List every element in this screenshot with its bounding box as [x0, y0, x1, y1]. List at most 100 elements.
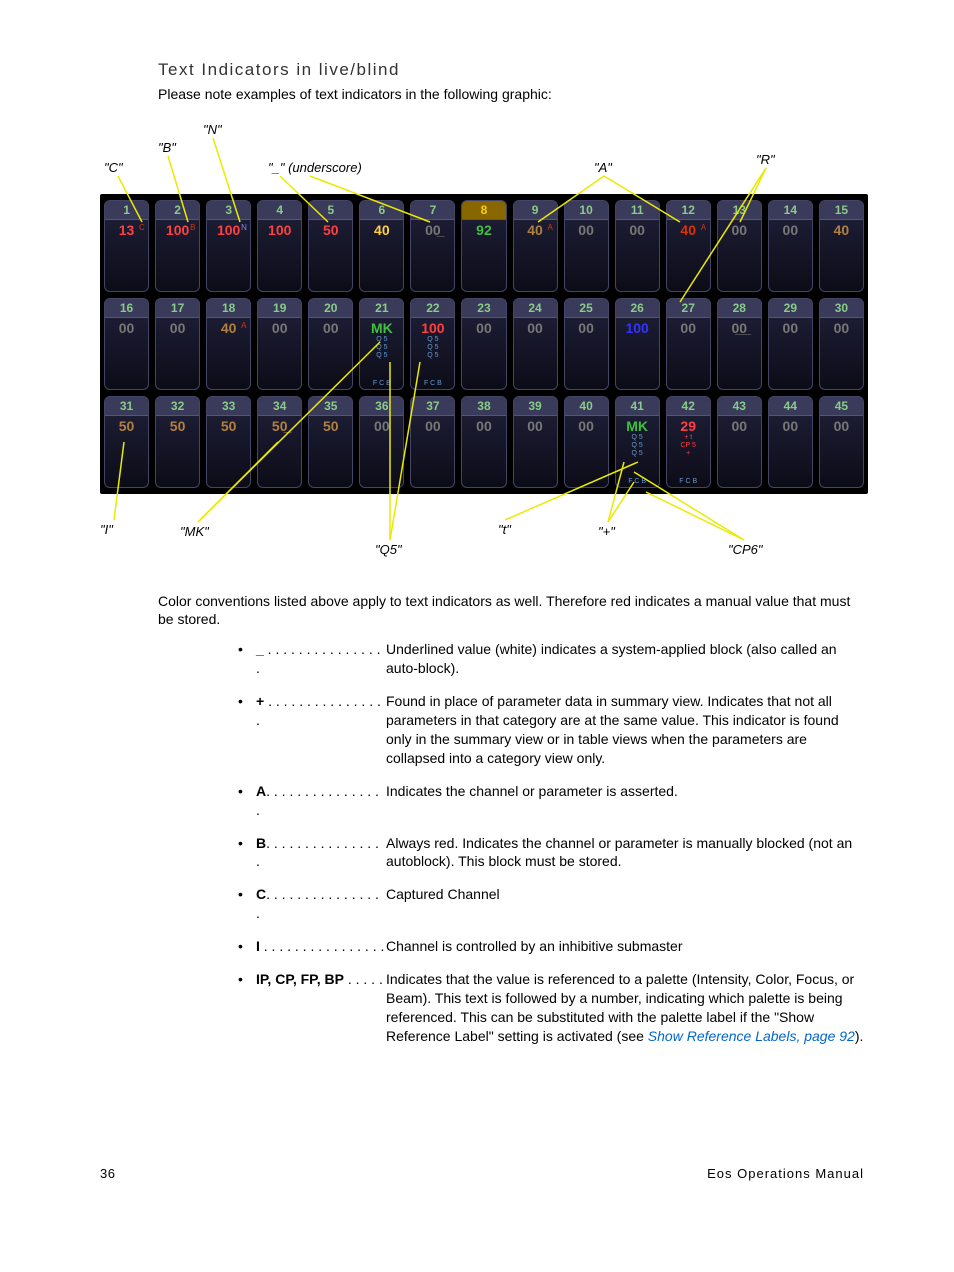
bullet: • [238, 970, 256, 1046]
channel-cell: 21MKQ 5Q 5Q 5F C B [359, 298, 404, 390]
channel-value: 00̲ [425, 222, 441, 238]
channel-number: 24 [514, 299, 557, 318]
channel-number: 14 [769, 201, 812, 220]
channel-number: 28 [718, 299, 761, 318]
channel-value: 00 [578, 222, 594, 238]
channel-cell: 3350 [206, 396, 251, 488]
channel-value: 00 [119, 320, 135, 336]
bullet: • [238, 937, 256, 956]
callout-n: "N" [203, 122, 222, 137]
channel-number: 5 [309, 201, 352, 220]
channel-cell: 3250 [155, 396, 200, 488]
channel-value: 50 [323, 222, 339, 238]
channel-cell: 26100 [615, 298, 660, 390]
reference-link[interactable]: Show Reference Labels, page 92 [648, 1028, 855, 1044]
channel-value: 00 [629, 222, 645, 238]
channel-cell: 892 [461, 200, 506, 292]
definition-desc: Found in place of parameter data in summ… [386, 692, 864, 768]
channel-number: 3 [207, 201, 250, 220]
channel-cell: 4300 [717, 396, 762, 488]
channel-value: 50 [170, 418, 186, 434]
callout-b: "B" [158, 140, 176, 155]
definition-desc: Indicates that the value is referenced t… [386, 970, 864, 1046]
definition-desc: Always red. Indicates the channel or par… [386, 834, 864, 872]
channel-value: 00 [783, 222, 799, 238]
channel-badge: B [190, 223, 195, 232]
footer-title: Eos Operations Manual [707, 1166, 864, 1181]
bullet: • [238, 782, 256, 820]
channel-number: 33 [207, 397, 250, 416]
channel-cell: 2300 [461, 298, 506, 390]
channel-value: 92 [476, 222, 492, 238]
definition-item: •B. . . . . . . . . . . . . . . .Always … [238, 834, 864, 872]
channel-number: 19 [258, 299, 301, 318]
channel-cell: 550 [308, 200, 353, 292]
channel-number: 45 [820, 397, 863, 416]
channel-number: 41 [616, 397, 659, 416]
definition-term: + [256, 693, 264, 709]
channel-badge: A [701, 223, 706, 232]
channel-footer: F C B [628, 478, 646, 485]
channel-value: 00 [783, 418, 799, 434]
callout-q5: "Q5" [375, 542, 402, 557]
channel-value: 100 [421, 320, 444, 336]
callout-r: "R" [756, 152, 775, 167]
channel-badge: A [548, 223, 553, 232]
definition-dots: . . . . . . . . . . . . . . . . [256, 835, 379, 870]
channel-badge: C [139, 223, 145, 232]
channel-value: 40 [527, 222, 543, 238]
channel-footer: F C B [424, 380, 442, 387]
channel-number: 6 [360, 201, 403, 220]
channel-cell: 1540 [819, 200, 864, 292]
channel-cell: 2900 [768, 298, 813, 390]
channel-cell: 3450̲ [257, 396, 302, 488]
page-number: 36 [100, 1166, 115, 1181]
channel-cell: 2000 [308, 298, 353, 390]
channel-cell: 3550 [308, 396, 353, 488]
definition-dots: . . . . . [344, 971, 383, 987]
channel-value: 40 [374, 222, 390, 238]
channel-cell: 3600 [359, 396, 404, 488]
channel-number: 31 [105, 397, 148, 416]
channel-value: 13 [119, 222, 135, 238]
channel-number: 44 [769, 397, 812, 416]
body-text: Color conventions listed above apply to … [158, 592, 864, 628]
channel-value: 0̲0̲ [731, 320, 747, 336]
channel-cell: 640 [359, 200, 404, 292]
channel-cell: 2400 [513, 298, 558, 390]
definition-list: •_ . . . . . . . . . . . . . . . .Underl… [238, 640, 864, 1045]
channel-number: 21 [360, 299, 403, 318]
channel-number: 36 [360, 397, 403, 416]
channel-value: 00 [374, 418, 390, 434]
bullet: • [238, 692, 256, 768]
channel-cell: 4229+ tCP 5+F C B [666, 396, 711, 488]
channel-value: 50 [119, 418, 135, 434]
definition-desc: Channel is controlled by an inhibitive s… [386, 937, 864, 956]
channel-value: 00 [578, 320, 594, 336]
channel-number: 2 [156, 201, 199, 220]
channel-number: 22 [411, 299, 454, 318]
channel-value: 00 [527, 418, 543, 434]
channel-value: 50̲ [272, 418, 288, 434]
channel-number: 1 [105, 201, 148, 220]
definition-term: B [256, 835, 266, 851]
channel-subtext: + tCP 5+ [681, 434, 696, 458]
channel-number: 42 [667, 397, 710, 416]
channel-value: 50 [323, 418, 339, 434]
definition-dots: . . . . . . . . . . . . . . . . [256, 693, 381, 728]
channel-value: 40 [680, 222, 696, 238]
channel-value: 100 [217, 222, 240, 238]
channel-cell: 4000 [564, 396, 609, 488]
channel-value: 100 [166, 222, 189, 238]
channel-number: 20 [309, 299, 352, 318]
channel-cell: 3150 [104, 396, 149, 488]
channel-number: 30 [820, 299, 863, 318]
channel-number: 18 [207, 299, 250, 318]
channel-cell: 4500 [819, 396, 864, 488]
bullet: • [238, 834, 256, 872]
channel-value: 00 [527, 320, 543, 336]
figure: "C" "B" "N" "_" (underscore) "A" "R" "I"… [100, 122, 864, 562]
channel-value: 00 [476, 320, 492, 336]
channel-value: MK [371, 320, 393, 336]
channel-number: 13 [718, 201, 761, 220]
